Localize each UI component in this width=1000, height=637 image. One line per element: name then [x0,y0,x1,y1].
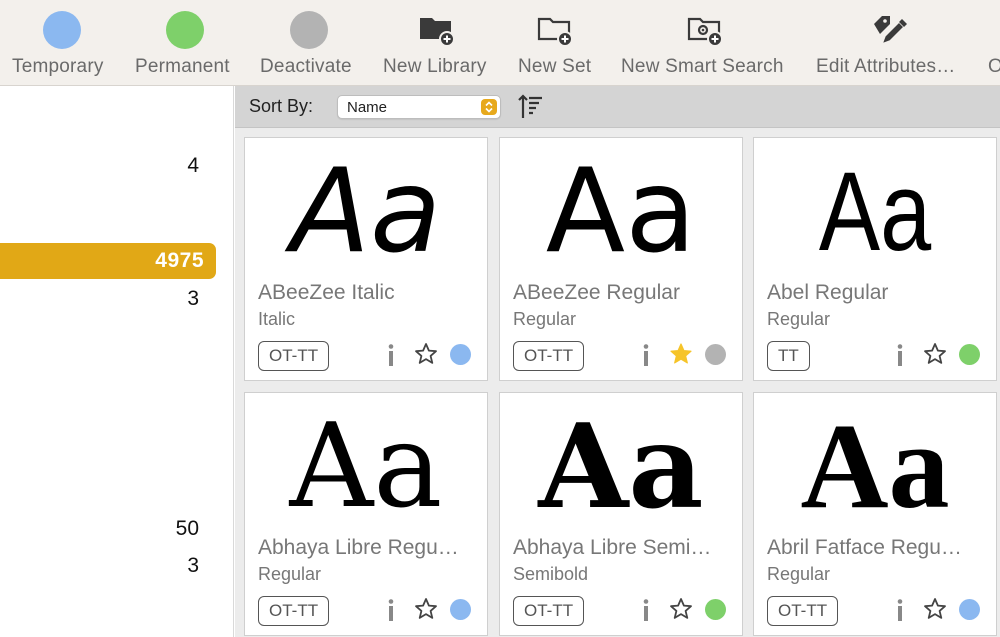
temporary-label: Temporary [12,56,104,77]
font-style: Regular [767,564,831,584]
font-name: ABeeZee Regular [513,281,680,304]
font-name: ABeeZee Italic [258,281,395,304]
info-icon[interactable] [385,598,397,622]
format-badge: OT-TT [258,596,330,626]
status-dot[interactable] [450,599,471,620]
edit-attributes-button[interactable]: Edit Attributes… [816,0,966,86]
font-grid: Aa ABeeZee Italic Italic OT-TT Aa ABeeZe… [235,128,1000,637]
sidebar-count[interactable]: 4 [187,154,199,178]
sort-by-select[interactable]: Name [337,95,501,119]
font-preview: Aa [290,144,442,279]
font-preview: Aa [818,149,932,274]
star-icon[interactable] [669,597,693,621]
format-badge: OT-TT [767,596,839,626]
star-icon[interactable] [414,342,438,366]
font-preview: Aa [289,399,443,534]
font-card[interactable]: Aa Abhaya Libre Semi… Semibold OT-TT [499,392,743,636]
status-dot[interactable] [705,344,726,365]
format-badge: OT-TT [513,341,585,371]
edit-attributes-icon [868,10,908,50]
info-icon[interactable] [640,343,652,367]
deactivate-button[interactable]: Deactivate [260,0,360,86]
deactivate-label: Deactivate [260,56,352,77]
font-style: Regular [767,309,831,329]
font-style: Regular [258,564,322,584]
chevron-updown-icon [481,99,497,115]
info-icon[interactable] [894,598,906,622]
new-smart-search-label: New Smart Search [621,56,784,77]
format-badge: TT [767,341,810,371]
format-badge: OT-TT [513,596,585,626]
font-style: Italic [258,309,296,329]
font-card[interactable]: Aa Abel Regular Regular TT [753,137,997,381]
new-set-label: New Set [518,56,592,77]
font-name: Abril Fatface Regu… [767,536,962,559]
status-dot[interactable] [450,344,471,365]
new-smart-search-icon [685,10,725,50]
info-icon[interactable] [894,343,906,367]
info-icon[interactable] [385,343,397,367]
star-icon[interactable] [923,342,947,366]
format-badge: OT-TT [258,341,330,371]
star-icon[interactable] [414,597,438,621]
sort-bar: Sort By: Name [235,86,1000,128]
info-icon[interactable] [640,598,652,622]
sort-ascending-icon[interactable] [517,93,545,121]
gray-circle-icon [289,10,329,50]
sidebar: 4 4975 3 50 3 [0,86,234,637]
toolbar: Temporary Permanent Deactivate New Libra… [0,0,1000,86]
overflow-button[interactable]: O [988,0,1000,86]
font-style: Semibold [513,564,589,584]
permanent-button[interactable]: Permanent [135,0,235,86]
new-library-icon [417,10,457,50]
sidebar-count[interactable]: 50 [176,517,199,541]
new-set-button[interactable]: New Set [518,0,598,86]
sort-by-label: Sort By: [249,96,314,116]
font-card[interactable]: Aa ABeeZee Regular Regular OT-TT [499,137,743,381]
status-dot[interactable] [959,344,980,365]
overflow-label: O [988,56,1000,77]
font-card[interactable]: Aa Abril Fatface Regu… Regular OT-TT [753,392,997,636]
temporary-button[interactable]: Temporary [12,0,112,86]
font-name: Abel Regular [767,281,889,304]
star-filled-icon[interactable] [669,342,693,366]
font-card[interactable]: Aa ABeeZee Italic Italic OT-TT [244,137,488,381]
blue-circle-icon [42,10,82,50]
new-set-icon [535,10,575,50]
sidebar-item-selected[interactable]: 4975 [0,243,216,279]
edit-attributes-label: Edit Attributes… [816,56,956,77]
permanent-label: Permanent [135,56,230,77]
sidebar-count-selected: 4975 [155,249,204,272]
sidebar-count[interactable]: 3 [187,554,199,578]
new-smart-search-button[interactable]: New Smart Search [621,0,793,86]
star-icon[interactable] [923,597,947,621]
font-preview: Aa [800,399,950,534]
status-dot[interactable] [705,599,726,620]
new-library-button[interactable]: New Library [383,0,495,86]
new-library-label: New Library [383,56,487,77]
font-preview: Aa [545,144,697,279]
font-name: Abhaya Libre Regu… [258,536,459,559]
sort-by-value: Name [347,99,388,116]
font-card[interactable]: Aa Abhaya Libre Regu… Regular OT-TT [244,392,488,636]
green-circle-icon [165,10,205,50]
font-style: Regular [513,309,577,329]
status-dot[interactable] [959,599,980,620]
font-name: Abhaya Libre Semi… [513,536,712,559]
sidebar-count[interactable]: 3 [187,287,199,311]
font-preview: Aa [538,399,704,535]
